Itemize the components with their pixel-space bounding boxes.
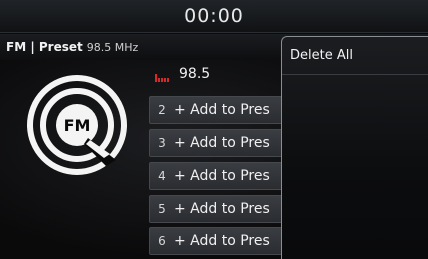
clock: 00:00 [184,5,244,27]
preset-label: + Add to Pres [174,102,270,118]
preset-number: 4 [158,169,166,183]
preset-button[interactable]: 2 + Add to Pres [149,96,289,124]
status-bar: 00:00 [0,0,428,33]
fm-radio-logo-icon: FM [27,75,127,175]
options-menu: Delete All [281,36,428,259]
radio-screen: 00:00 FM | Preset 98.5 MHz FM 98.5 2 + A… [0,0,428,259]
preset-label: + Add to Pres [174,135,270,151]
preset-number: 3 [158,136,166,150]
now-playing-icon [155,74,169,82]
preset-label: + Add to Pres [174,168,270,184]
logo-text: FM [64,116,91,135]
current-frequency: 98.5 [179,66,211,82]
preset-label: + Add to Pres [174,201,270,217]
preset-button[interactable]: 3 + Add to Pres [149,129,289,157]
preset-current[interactable]: 98.5 [149,62,289,90]
preset-number: 2 [158,103,166,117]
preset-button[interactable]: 5 + Add to Pres [149,195,289,223]
mode-frequency: 98.5 MHz [86,40,139,54]
preset-button[interactable]: 4 + Add to Pres [149,162,289,190]
mode-label: FM | Preset [6,40,83,54]
preset-label: + Add to Pres [174,233,270,249]
preset-number: 5 [158,202,166,216]
preset-button[interactable]: 6 + Add to Pres [149,227,289,255]
preset-number: 6 [158,234,166,248]
delete-all-menu-item[interactable]: Delete All [282,37,428,75]
